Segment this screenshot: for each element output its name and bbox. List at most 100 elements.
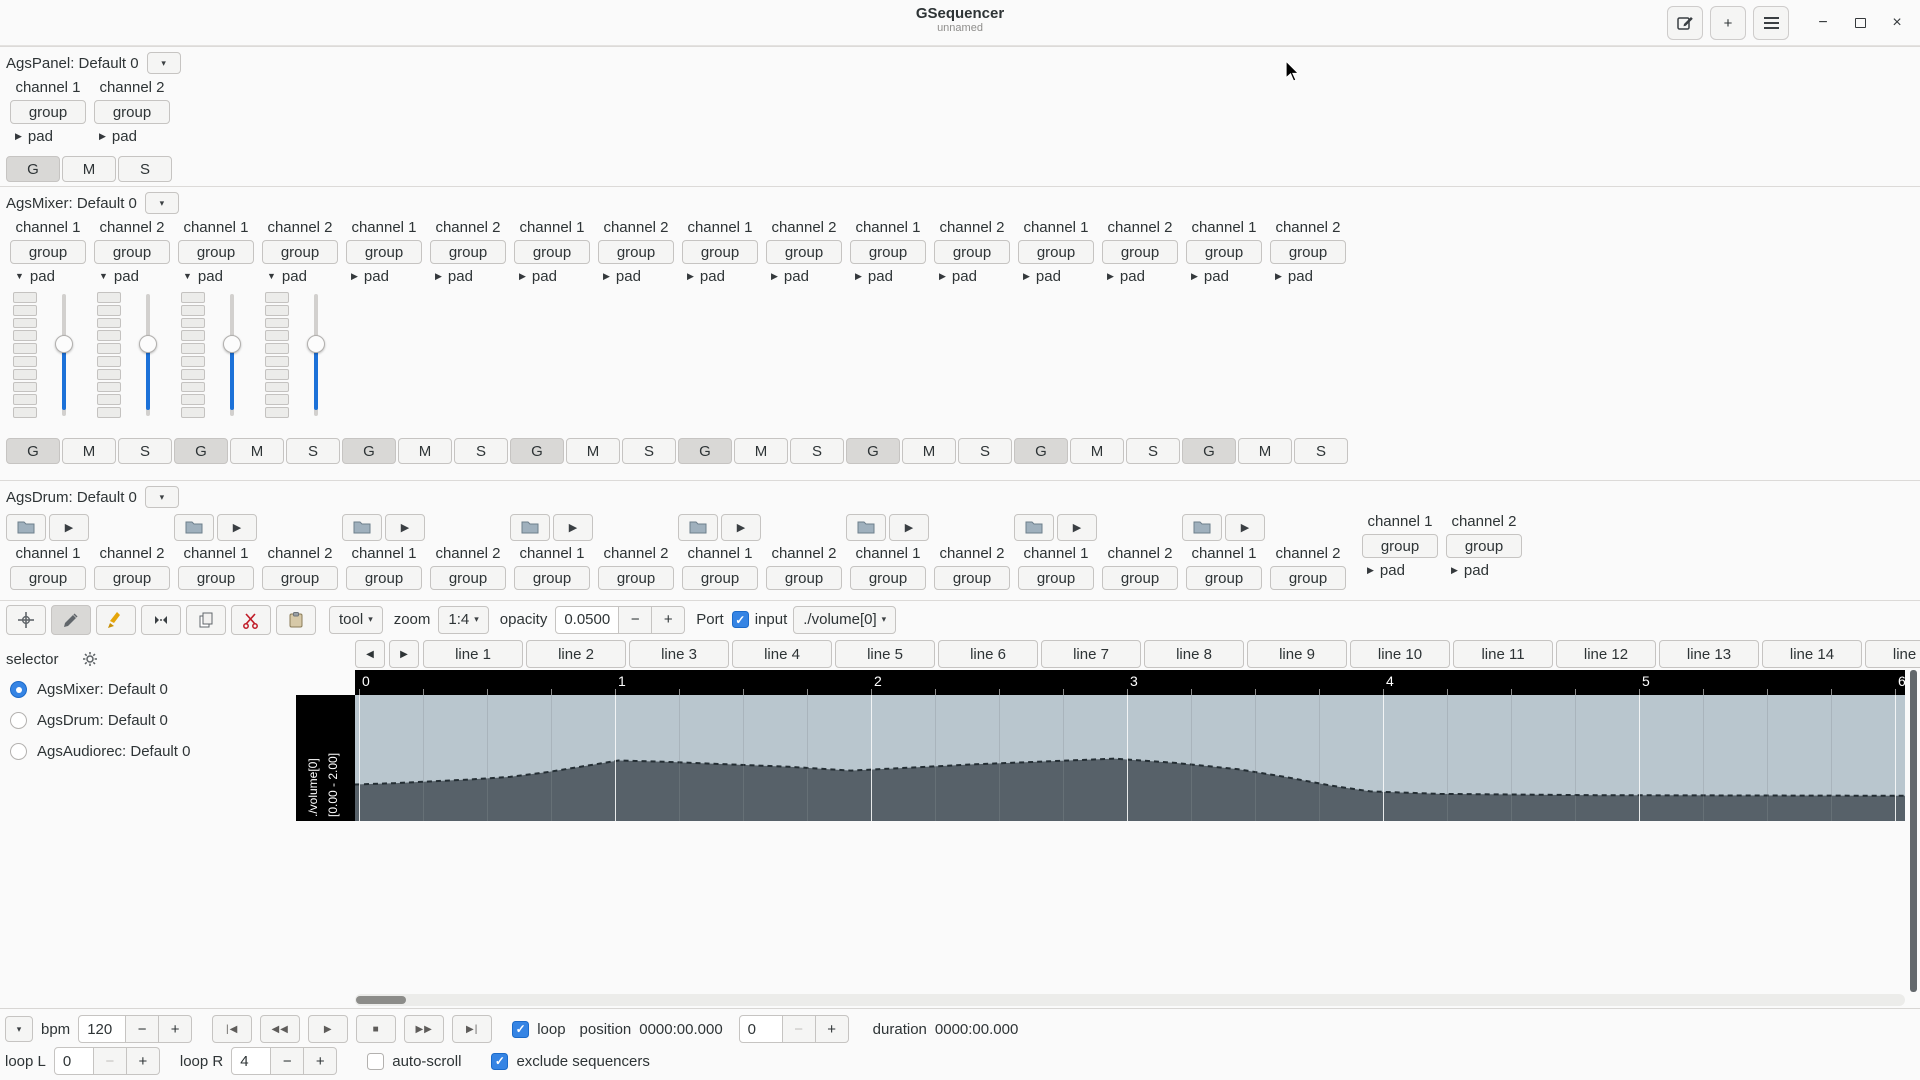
group-button[interactable]: group <box>262 240 338 264</box>
automation-canvas[interactable] <box>355 695 1905 821</box>
group-button[interactable]: group <box>766 566 842 590</box>
group-button[interactable]: group <box>598 566 674 590</box>
group-button[interactable]: group <box>682 566 758 590</box>
machine-menu-button[interactable]: ▾ <box>145 192 179 214</box>
line-tab[interactable]: line 5 <box>835 640 935 668</box>
pad-expander[interactable]: ▶pad <box>678 264 725 288</box>
group-button[interactable]: group <box>10 100 86 124</box>
play-button[interactable]: ▶ <box>889 514 929 541</box>
group-button[interactable]: group <box>1186 240 1262 264</box>
group-button[interactable]: group <box>10 240 86 264</box>
volume-slider[interactable] <box>137 292 159 418</box>
rewind-button[interactable]: ◀◀ <box>260 1015 300 1043</box>
pad-expander[interactable]: ▶pad <box>1266 264 1313 288</box>
mute-toggle-button[interactable]: M <box>230 438 284 464</box>
port-dropdown[interactable]: ./volume[0] ▾ <box>793 606 896 634</box>
solo-toggle-button[interactable]: S <box>454 438 508 464</box>
line-tab[interactable]: line 14 <box>1762 640 1862 668</box>
group-button[interactable]: group <box>10 566 86 590</box>
solo-toggle-button[interactable]: S <box>1294 438 1348 464</box>
group-button[interactable]: group <box>514 240 590 264</box>
maximize-button[interactable] <box>1845 8 1875 38</box>
group-button[interactable]: group <box>850 240 926 264</box>
mute-toggle-button[interactable]: M <box>902 438 956 464</box>
line-tab[interactable]: line 15 <box>1865 640 1920 668</box>
mute-toggle-button[interactable]: M <box>566 438 620 464</box>
group-button[interactable]: group <box>1102 240 1178 264</box>
selector-item-drum[interactable]: AgsDrum: Default 0 <box>6 705 296 736</box>
pad-expander[interactable]: ▶pad <box>426 264 473 288</box>
selector-item-audiorec[interactable]: AgsAudiorec: Default 0 <box>6 736 296 767</box>
group-button[interactable]: group <box>346 566 422 590</box>
group-button[interactable]: group <box>934 566 1010 590</box>
selector-menu-button[interactable] <box>75 646 105 672</box>
group-button[interactable]: group <box>1102 566 1178 590</box>
auto-scroll-checkbox[interactable]: ✓ <box>367 1053 384 1070</box>
pad-expander[interactable]: ▶ pad <box>90 124 137 148</box>
group-button[interactable]: group <box>178 566 254 590</box>
line-tab[interactable]: line 2 <box>526 640 626 668</box>
open-button[interactable] <box>678 514 718 541</box>
mute-toggle-button[interactable]: M <box>1070 438 1124 464</box>
open-button[interactable] <box>1182 514 1222 541</box>
scrollbar-thumb[interactable] <box>356 996 406 1004</box>
group-button[interactable]: group <box>766 240 842 264</box>
bpm-value[interactable]: 120 <box>78 1015 126 1043</box>
opacity-increment-button[interactable]: + <box>652 606 685 634</box>
group-toggle-button[interactable]: G <box>846 438 900 464</box>
line-tab[interactable]: line 4 <box>732 640 832 668</box>
open-button[interactable] <box>6 514 46 541</box>
line-tab[interactable]: line 12 <box>1556 640 1656 668</box>
play-button[interactable]: ▶ <box>385 514 425 541</box>
position-tool-button[interactable] <box>6 605 46 635</box>
loop-left-decrement-button[interactable]: − <box>94 1047 127 1075</box>
play-button[interactable]: ▶ <box>308 1015 348 1043</box>
group-button[interactable]: group <box>346 240 422 264</box>
loop-right-increment-button[interactable]: + <box>304 1047 337 1075</box>
open-button[interactable] <box>174 514 214 541</box>
group-button[interactable]: group <box>850 566 926 590</box>
jump-to-end-button[interactable]: ▶| <box>452 1015 492 1043</box>
pad-expander[interactable]: ▶pad <box>510 264 557 288</box>
line-tab[interactable]: line 3 <box>629 640 729 668</box>
mute-toggle-button[interactable]: M <box>62 438 116 464</box>
group-button[interactable]: group <box>94 240 170 264</box>
group-button[interactable]: group <box>1270 240 1346 264</box>
line-tab[interactable]: line 1 <box>423 640 523 668</box>
group-button[interactable]: group <box>262 566 338 590</box>
line-tab[interactable]: line 10 <box>1350 640 1450 668</box>
opacity-value[interactable]: 0.0500 <box>555 606 619 634</box>
vertical-scrollbar[interactable] <box>1910 670 1917 992</box>
open-button[interactable] <box>846 514 886 541</box>
solo-toggle-button[interactable]: S <box>118 156 172 182</box>
scrollbar-thumb[interactable] <box>1910 670 1917 992</box>
line-tab[interactable]: line 8 <box>1144 640 1244 668</box>
line-tab[interactable]: line 11 <box>1453 640 1553 668</box>
play-button[interactable]: ▶ <box>721 514 761 541</box>
group-toggle-button[interactable]: G <box>6 156 60 182</box>
slider-knob[interactable] <box>223 335 241 353</box>
group-toggle-button[interactable]: G <box>1014 438 1068 464</box>
selector-item-mixer[interactable]: AgsMixer: Default 0 <box>6 674 296 705</box>
close-button[interactable]: × <box>1882 8 1912 38</box>
group-toggle-button[interactable]: G <box>6 438 60 464</box>
pad-expander[interactable]: ▶pad <box>1014 264 1061 288</box>
group-button[interactable]: group <box>1186 566 1262 590</box>
position-increment-button[interactable]: + <box>816 1015 849 1043</box>
pad-expander[interactable]: ▶pad <box>930 264 977 288</box>
mute-toggle-button[interactable]: M <box>1238 438 1292 464</box>
play-button[interactable]: ▶ <box>1225 514 1265 541</box>
play-button[interactable]: ▶ <box>49 514 89 541</box>
slider-knob[interactable] <box>139 335 157 353</box>
volume-slider[interactable] <box>305 292 327 418</box>
zoom-dropdown[interactable]: 1:4 ▾ <box>438 606 488 634</box>
group-toggle-button[interactable]: G <box>678 438 732 464</box>
group-toggle-button[interactable]: G <box>1182 438 1236 464</box>
loop-right-value[interactable]: 4 <box>231 1047 271 1075</box>
group-button[interactable]: group <box>178 240 254 264</box>
group-toggle-button[interactable]: G <box>510 438 564 464</box>
line-tab[interactable]: line 9 <box>1247 640 1347 668</box>
clear-tool-button[interactable] <box>96 605 136 635</box>
mute-toggle-button[interactable]: M <box>734 438 788 464</box>
opacity-decrement-button[interactable]: − <box>619 606 652 634</box>
